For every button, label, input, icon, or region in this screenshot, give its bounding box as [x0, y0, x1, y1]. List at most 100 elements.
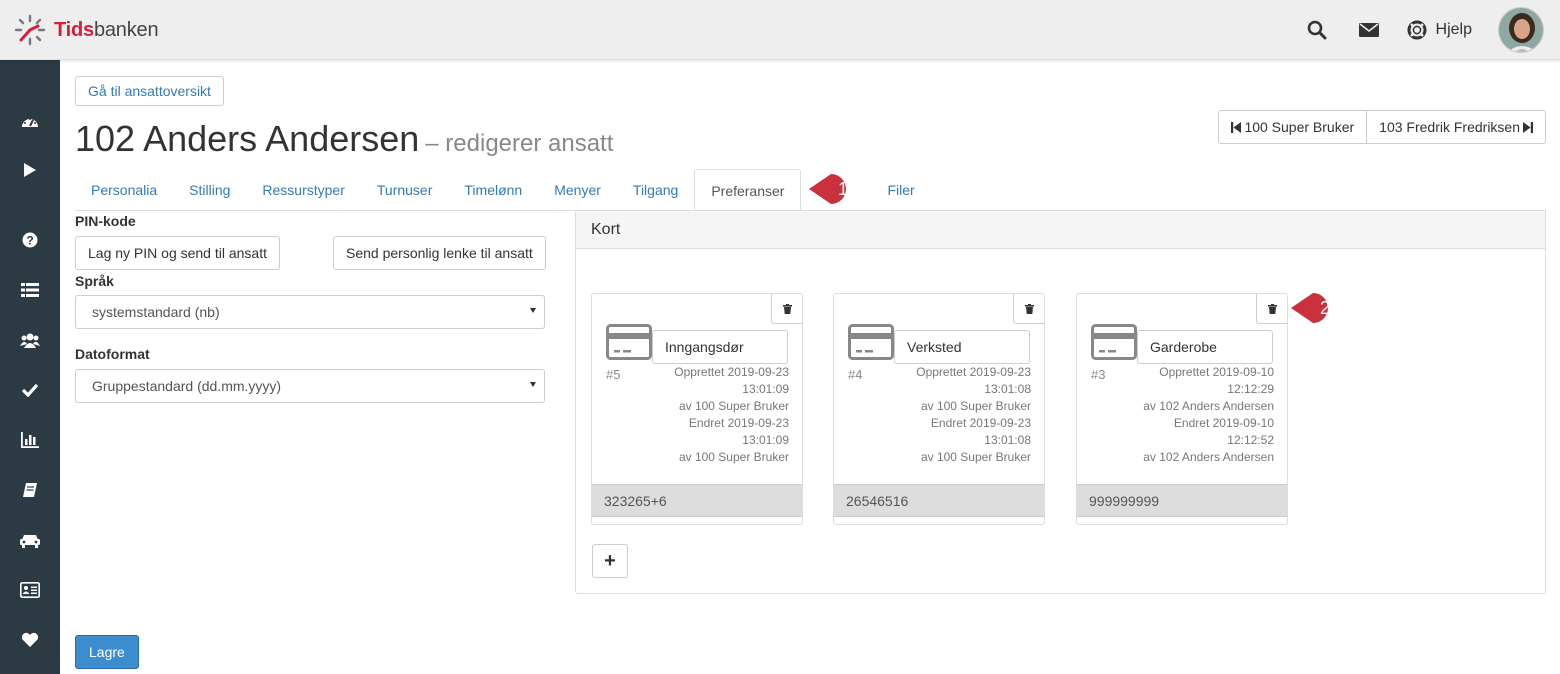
next-employee-button[interactable]: 103 Fredrik Fredriksen [1367, 110, 1546, 144]
new-pin-button[interactable]: Lag ny PIN og send til ansatt [75, 236, 280, 270]
next-employee-label: 103 Fredrik Fredriksen [1379, 119, 1520, 135]
card-created: Opprettet 2019-09-10 [1159, 365, 1274, 379]
tab-stilling[interactable]: Stilling [173, 169, 246, 211]
cards-panel-title: Kort [591, 220, 621, 238]
language-label: Språk [75, 273, 114, 289]
question-icon: ? [22, 232, 38, 248]
card-name-field[interactable]: Inngangsdør [652, 330, 788, 364]
credit-card-icon [848, 324, 894, 360]
tab-menyer[interactable]: Menyer [538, 169, 617, 211]
add-card-button[interactable]: + [592, 544, 628, 578]
callout-1-text: 1 [838, 179, 848, 199]
tab-turnuser[interactable]: Turnuser [361, 169, 449, 211]
card-number: #3 [1091, 367, 1106, 382]
logo-text-first: Tids [54, 18, 94, 41]
sidebar-item-approve[interactable] [0, 370, 60, 410]
access-card: Verksted #4 Opprettet 2019-09-23 13:01:0… [833, 293, 1045, 525]
tab-tilgang[interactable]: Tilgang [617, 169, 694, 211]
card-created-time: 13:01:09 [742, 382, 789, 396]
pin-label: PIN-kode [75, 213, 136, 229]
card-id: 323265+6 [592, 484, 802, 517]
page-subtitle: – redigerer ansatt [425, 130, 614, 157]
step-backward-icon [1231, 121, 1242, 133]
sidebar-item-favorites[interactable] [0, 620, 60, 660]
main-content: Gå til ansattoversikt 102 Anders Anderse… [75, 60, 1560, 674]
card-meta: Opprettet 2019-09-23 13:01:08 av 100 Sup… [871, 364, 1031, 466]
card-number: #4 [848, 367, 863, 382]
card-changed-by: av 100 Super Bruker [678, 450, 789, 464]
tidsbanken-logo[interactable]: Tidsbanken [14, 14, 159, 46]
tab-preferanser[interactable]: Preferanser [694, 169, 802, 212]
tab-timelonn[interactable]: Timelønn [448, 169, 538, 211]
help-link[interactable]: Hjelp [1407, 20, 1472, 40]
envelope-icon[interactable] [1358, 20, 1379, 40]
plus-icon: + [604, 550, 616, 572]
sidebar-item-users[interactable] [0, 320, 60, 360]
check-icon [22, 383, 38, 397]
send-link-button[interactable]: Send personlig lenke til ansatt [333, 236, 546, 270]
delete-card-button[interactable] [1256, 294, 1287, 324]
trash-icon [782, 303, 792, 314]
sidebar-item-dashboard[interactable] [0, 101, 60, 141]
delete-card-button[interactable] [1013, 294, 1044, 324]
card-changed: Endret 2019-09-10 [1173, 416, 1274, 430]
language-select[interactable]: systemstandard (nb) [75, 295, 545, 329]
sidebar: ? [0, 60, 60, 674]
users-icon [20, 333, 40, 348]
employee-pager: 100 Super Bruker 103 Fredrik Fredriksen [1218, 110, 1546, 144]
sidebar-item-list[interactable] [0, 270, 60, 310]
card-meta: Opprettet 2019-09-23 13:01:09 av 100 Sup… [629, 364, 789, 466]
sidebar-item-docs[interactable] [0, 470, 60, 510]
tab-personalia[interactable]: Personalia [75, 169, 173, 211]
trash-icon [1267, 303, 1277, 314]
card-created-by: av 100 Super Bruker [678, 399, 789, 413]
sidebar-item-travel[interactable] [0, 520, 60, 560]
credit-card-icon [606, 324, 652, 360]
cards-panel-heading: Kort [576, 211, 1545, 249]
caret-down-icon [530, 382, 536, 387]
lifebuoy-icon [1407, 20, 1427, 40]
search-icon[interactable] [1307, 20, 1327, 40]
avatar[interactable] [1498, 7, 1544, 53]
play-icon [24, 163, 36, 177]
employee-name: 102 Anders Andersen [75, 118, 420, 159]
back-to-overview-button[interactable]: Gå til ansattoversikt [75, 76, 224, 106]
logo-mark-icon [14, 14, 46, 46]
svg-text:?: ? [26, 234, 33, 248]
tab-filer[interactable]: Filer [871, 169, 930, 211]
sidebar-item-play[interactable] [0, 150, 60, 190]
sidebar-item-idcard[interactable] [0, 570, 60, 610]
card-created-by: av 100 Super Bruker [920, 399, 1031, 413]
heart-icon [21, 632, 39, 647]
dateformat-select[interactable]: Gruppestandard (dd.mm.yyyy) [75, 369, 545, 403]
card-created: Opprettet 2019-09-23 [916, 365, 1031, 379]
card-name-field[interactable]: Verksted [894, 330, 1030, 364]
card-created-by: av 102 Anders Andersen [1143, 399, 1274, 413]
caret-down-icon [530, 308, 536, 313]
access-card: Garderobe #3 Opprettet 2019-09-10 12:12:… [1076, 293, 1288, 525]
book-icon [23, 483, 37, 497]
list-icon [21, 283, 39, 297]
callout-2-text: 2 [1320, 298, 1330, 318]
dashboard-icon [22, 118, 38, 127]
top-navbar: Tidsbanken Hjelp [0, 0, 1560, 60]
save-button[interactable]: Lagre [75, 635, 139, 669]
dateformat-label: Datoformat [75, 346, 150, 362]
language-value: systemstandard (nb) [92, 304, 220, 320]
card-created-time: 13:01:08 [984, 382, 1031, 396]
card-name-field[interactable]: Garderobe [1137, 330, 1273, 364]
logo-text: Tidsbanken [54, 18, 159, 42]
sidebar-item-reports[interactable] [0, 420, 60, 460]
prev-employee-button[interactable]: 100 Super Bruker [1218, 110, 1368, 144]
card-changed-by: av 100 Super Bruker [920, 450, 1031, 464]
delete-card-button[interactable] [771, 294, 802, 324]
tab-ressurstyper[interactable]: Ressurstyper [246, 169, 360, 211]
sidebar-item-help[interactable]: ? [0, 220, 60, 260]
page-title: 102 Anders Andersen – redigerer ansatt [75, 118, 613, 160]
chart-icon [21, 432, 39, 448]
dateformat-value: Gruppestandard (dd.mm.yyyy) [92, 378, 282, 394]
card-created-time: 12:12:29 [1227, 382, 1274, 396]
id-card-icon [20, 582, 40, 598]
card-id: 999999999 [1077, 484, 1287, 517]
card-number: #5 [606, 367, 621, 382]
